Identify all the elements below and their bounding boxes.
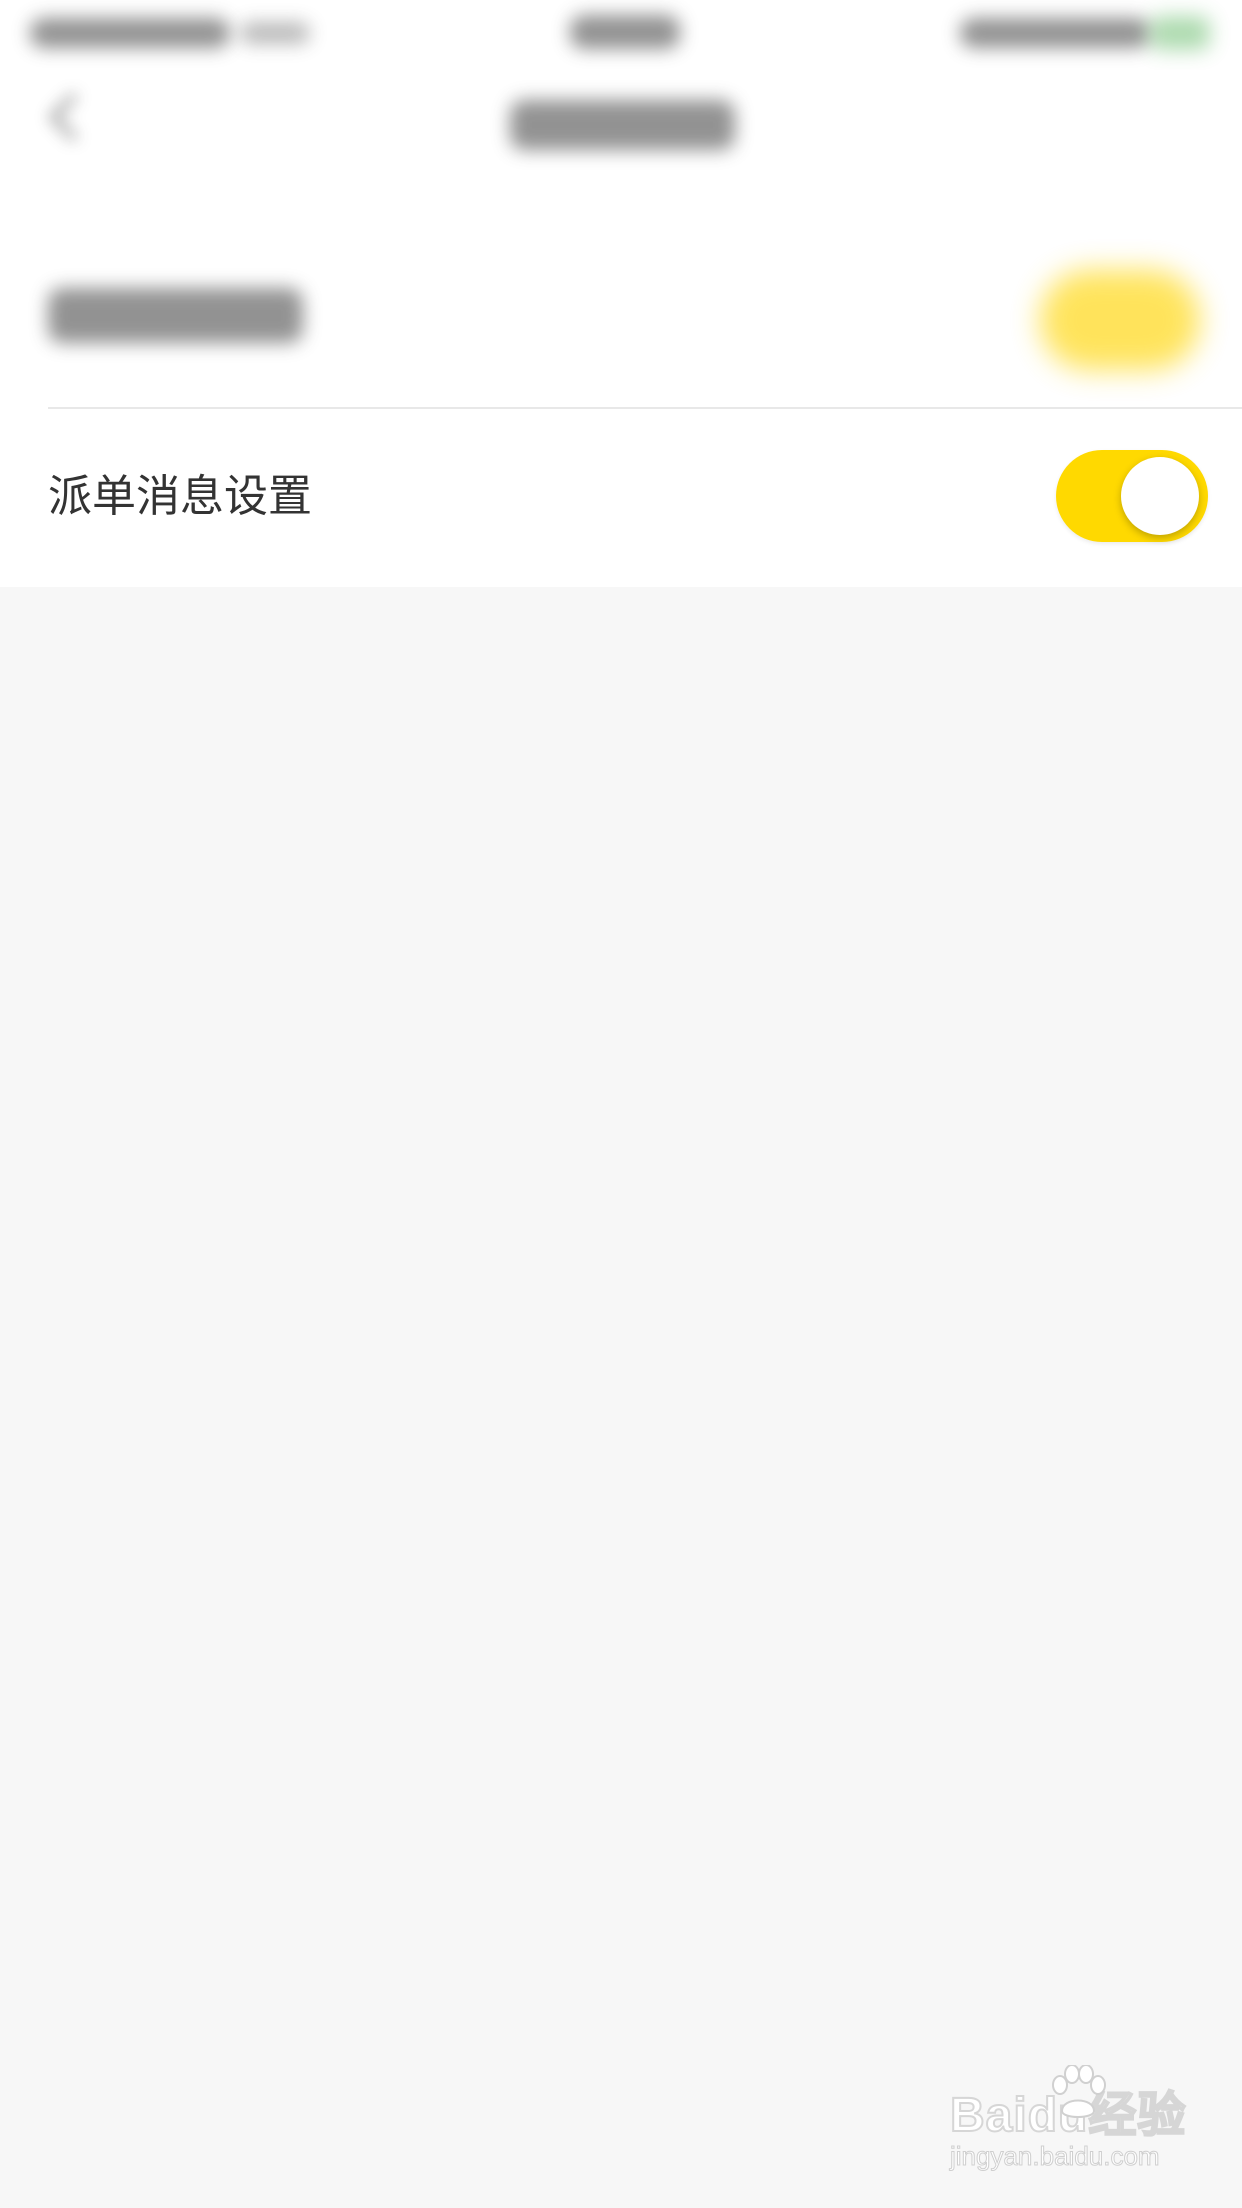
- dispatch-message-toggle[interactable]: [1056, 450, 1208, 542]
- back-arrow-icon[interactable]: [40, 82, 90, 152]
- watermark-logo: Baidu经验 jingyan.baidu.com: [949, 2065, 1190, 2190]
- navigation-bar: [0, 70, 1242, 230]
- toggle-knob: [1121, 457, 1199, 535]
- settings-card: 派单消息设置: [0, 230, 1242, 587]
- status-bar: [0, 0, 1242, 70]
- status-time: [570, 15, 680, 49]
- paw-icon: [1052, 2065, 1106, 2118]
- settings-row-label: [48, 288, 303, 343]
- settings-row-blurred: [0, 230, 1242, 407]
- dispatch-message-label: 派单消息设置: [48, 471, 312, 522]
- page-title: [510, 100, 735, 150]
- carrier-indicator: [30, 18, 230, 48]
- battery-icon: [1150, 16, 1210, 50]
- watermark-url: jingyan.baidu.com: [950, 2141, 1161, 2172]
- settings-toggle[interactable]: [1040, 270, 1200, 370]
- battery-indicator: [960, 18, 1150, 48]
- settings-row-dispatch-message: 派单消息设置: [0, 407, 1242, 587]
- signal-indicator: [240, 22, 310, 44]
